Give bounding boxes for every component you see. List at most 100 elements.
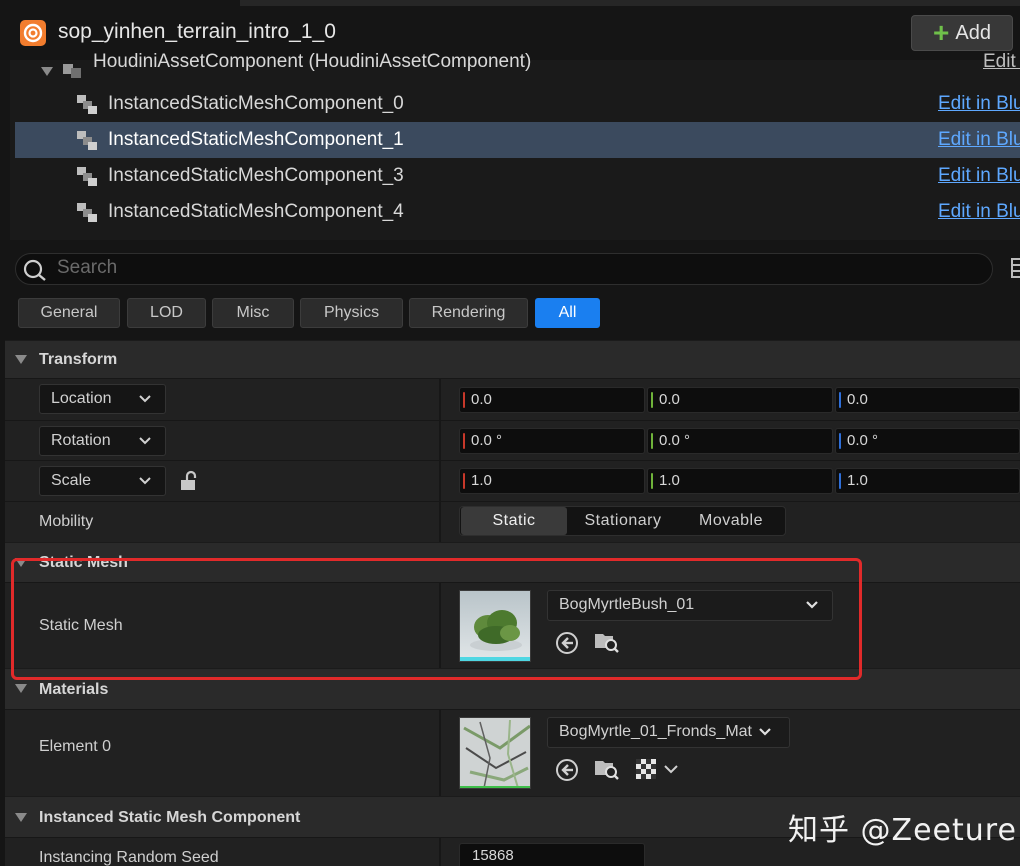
edit-in-blueprint-link[interactable]: Edit in Blu xyxy=(938,201,1020,223)
random-seed-value: 15868 xyxy=(472,847,514,864)
rotation-dropdown[interactable]: Rotation xyxy=(39,426,166,456)
collapse-arrow-icon[interactable] xyxy=(15,355,27,364)
tree-row-ismc-0[interactable]: InstancedStaticMeshComponent_0 Edit in B… xyxy=(15,86,1020,122)
instanced-mesh-icon xyxy=(75,201,99,223)
material-value: BogMyrtle_01_Fronds_Mat xyxy=(559,723,752,740)
scale-dropdown[interactable]: Scale xyxy=(39,466,166,496)
tab-lod[interactable]: LOD xyxy=(127,298,206,328)
column-splitter[interactable] xyxy=(439,421,441,460)
section-title: Transform xyxy=(39,351,118,368)
search-icon xyxy=(23,259,46,281)
rotation-x-value: 0.0 ° xyxy=(471,432,503,449)
mobility-label: Mobility xyxy=(39,513,94,530)
asset-title: sop_yinhen_terrain_intro_1_0 xyxy=(58,20,336,43)
location-z-value: 0.0 xyxy=(847,391,868,408)
column-splitter[interactable] xyxy=(439,710,441,796)
search-placeholder: Search xyxy=(57,257,118,278)
title-bar-strip xyxy=(240,0,1020,6)
add-component-button[interactable]: + Add xyxy=(911,15,1013,51)
x-axis-marker xyxy=(463,473,465,489)
z-axis-marker xyxy=(839,392,841,408)
chevron-down-icon xyxy=(139,437,151,445)
y-axis-marker xyxy=(651,433,653,449)
column-splitter[interactable] xyxy=(439,461,441,501)
column-splitter[interactable] xyxy=(439,838,441,866)
location-z-field[interactable]: 0.0 xyxy=(835,387,1020,413)
y-axis-marker xyxy=(651,473,653,489)
material-element-label: Element 0 xyxy=(39,738,112,755)
tree-row-ismc-3[interactable]: InstancedStaticMeshComponent_3 Edit in B… xyxy=(15,158,1020,194)
random-seed-label: Instancing Random Seed xyxy=(39,849,219,866)
tree-item-label: InstancedStaticMeshComponent_3 xyxy=(108,165,404,186)
tree-row-ismc-4[interactable]: InstancedStaticMeshComponent_4 Edit in B… xyxy=(15,194,1020,230)
tree-item-label: InstancedStaticMeshComponent_0 xyxy=(108,93,404,114)
rotation-x-field[interactable]: 0.0 ° xyxy=(459,428,645,454)
tab-general[interactable]: General xyxy=(18,298,120,328)
transform-section-header[interactable]: Transform xyxy=(5,340,1020,378)
z-axis-marker xyxy=(839,433,841,449)
mobility-movable-option[interactable]: Movable xyxy=(678,507,784,535)
mobility-stationary-option[interactable]: Stationary xyxy=(570,507,676,535)
scale-row: Scale 1.0 1.0 1.0 xyxy=(5,460,1020,501)
collapse-arrow-icon[interactable] xyxy=(15,684,27,693)
rotation-z-value: 0.0 ° xyxy=(847,432,879,449)
tab-all[interactable]: All xyxy=(535,298,600,328)
checkerboard-options-icon[interactable] xyxy=(634,757,680,783)
y-axis-marker xyxy=(651,392,653,408)
edit-in-blueprint-link[interactable]: Edit in Blu xyxy=(938,165,1020,187)
tab-rendering[interactable]: Rendering xyxy=(409,298,528,328)
scale-y-value: 1.0 xyxy=(659,472,680,489)
tab-physics[interactable]: Physics xyxy=(300,298,403,328)
edit-link[interactable]: Edit i xyxy=(983,51,1020,73)
rotation-row: Rotation 0.0 ° 0.0 ° 0.0 ° xyxy=(5,420,1020,460)
random-seed-field[interactable]: 15868 xyxy=(459,843,645,866)
component-tree: HoudiniAssetComponent (HoudiniAssetCompo… xyxy=(10,51,1020,240)
location-x-field[interactable]: 0.0 xyxy=(459,387,645,413)
instanced-mesh-icon xyxy=(75,93,99,115)
instanced-mesh-icon xyxy=(75,129,99,151)
location-dropdown[interactable]: Location xyxy=(39,384,166,414)
use-selected-asset-icon[interactable] xyxy=(554,757,580,783)
rotation-label: Rotation xyxy=(51,432,111,449)
unlock-icon[interactable] xyxy=(179,470,199,497)
tree-item-label: HoudiniAssetComponent (HoudiniAssetCompo… xyxy=(93,51,532,72)
x-axis-marker xyxy=(463,392,465,408)
location-row: Location 0.0 0.0 0.0 xyxy=(5,378,1020,420)
column-splitter[interactable] xyxy=(439,502,441,542)
scale-y-field[interactable]: 1.0 xyxy=(647,468,833,494)
location-label: Location xyxy=(51,390,112,407)
scale-z-field[interactable]: 1.0 xyxy=(835,468,1020,494)
tree-item-label: InstancedStaticMeshComponent_4 xyxy=(108,201,404,222)
details-search-input[interactable]: Search xyxy=(15,253,993,285)
tab-misc[interactable]: Misc xyxy=(212,298,294,328)
plus-icon: + xyxy=(933,17,950,48)
component-icon xyxy=(60,58,84,80)
chevron-down-icon xyxy=(139,395,151,403)
tree-item-label: InstancedStaticMeshComponent_1 xyxy=(108,129,404,150)
scale-z-value: 1.0 xyxy=(847,472,868,489)
location-y-value: 0.0 xyxy=(659,391,680,408)
material-asset-picker[interactable]: BogMyrtle_01_Fronds_Mat xyxy=(547,717,790,748)
property-matrix-icon[interactable] xyxy=(1010,256,1020,280)
scale-label: Scale xyxy=(51,472,92,489)
add-button-label: Add xyxy=(955,21,991,44)
browse-asset-icon[interactable] xyxy=(593,755,619,781)
tree-row-ismc-1[interactable]: InstancedStaticMeshComponent_1 Edit in B… xyxy=(15,122,1020,158)
collapse-arrow-icon[interactable] xyxy=(15,813,27,822)
scale-x-field[interactable]: 1.0 xyxy=(459,468,645,494)
edit-in-blueprint-link[interactable]: Edit in Blu xyxy=(938,129,1020,151)
rotation-y-field[interactable]: 0.0 ° xyxy=(647,428,833,454)
instanced-mesh-icon xyxy=(75,165,99,187)
edit-in-blueprint-link[interactable]: Edit in Blu xyxy=(938,93,1020,115)
rotation-z-field[interactable]: 0.0 ° xyxy=(835,428,1020,454)
location-y-field[interactable]: 0.0 xyxy=(647,387,833,413)
tree-row-houdini-asset-component[interactable]: HoudiniAssetComponent (HoudiniAssetCompo… xyxy=(15,51,1020,88)
x-axis-marker xyxy=(463,433,465,449)
rotation-y-value: 0.0 ° xyxy=(659,432,691,449)
expand-arrow-icon[interactable] xyxy=(41,67,53,76)
material-thumbnail[interactable] xyxy=(459,717,531,789)
section-title: Instanced Static Mesh Component xyxy=(39,809,301,826)
chevron-down-icon xyxy=(759,728,771,736)
mobility-static-option[interactable]: Static xyxy=(461,507,567,535)
column-splitter[interactable] xyxy=(439,379,441,420)
